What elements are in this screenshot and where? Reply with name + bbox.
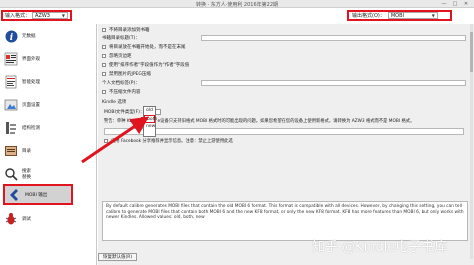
sidebar-item-toc[interactable]: 目录 — [4, 141, 31, 161]
output-format-label: 输出格式(O)： — [352, 13, 385, 19]
output-format-value: MOBI — [390, 12, 404, 19]
kindle-warning: 警告：单种 Kindl e设备只支持旧格式 MOBI 格式时的可能出现的问题。如… — [104, 117, 464, 124]
sidebar-item-label: 目录 — [22, 149, 31, 154]
option-label: 使用"排序作者"字段值作为"作者"字段值 — [109, 63, 190, 68]
input-format-select[interactable]: AZW3 ▼ — [32, 12, 68, 19]
option-label: 忽略页边距 — [109, 54, 132, 59]
option-label: 将目录放在书籍开始处，而不是在末尾 — [109, 45, 186, 50]
dropdown-option-both[interactable]: both — [144, 115, 157, 123]
settings-sidebar: i 元数据 界面外观 智能处理 页面设置 结构检测 目录 搜索 替换 MOBI … — [0, 24, 97, 265]
warning-text: e设备只支持旧格式 MOBI 格式时的可能出现的问题。如果您希望在您的设备上使用… — [157, 118, 415, 124]
mobi-file-type-dropdown: old both new — [143, 106, 157, 137]
page-setup-icon — [4, 97, 18, 113]
title-bar: 转换 · 东方人·使用利 2016年第22期 — □ ✕ — [0, 0, 474, 8]
sidebar-item-label: 页面设置 — [22, 103, 40, 108]
option-toc-at-start[interactable]: 将目录放在书籍开始处，而不是在末尾 — [102, 44, 186, 50]
sidebar-item-label: 智能处理 — [22, 80, 40, 85]
sidebar-item-debug[interactable]: 调试 — [4, 209, 31, 229]
sidebar-item-metadata[interactable]: i 元数据 — [4, 26, 36, 46]
chevron-down-icon: ▼ — [431, 13, 435, 18]
sidebar-item-label: MOBI 输出 — [25, 192, 48, 198]
mobi-file-type-label: MOBI文件类型(F)： — [104, 110, 145, 115]
window-controls: — □ ✕ — [440, 1, 470, 7]
minimize-button[interactable]: — — [440, 1, 448, 7]
search-replace-icon — [4, 166, 18, 182]
info-icon: i — [4, 28, 18, 44]
toc-icon — [4, 143, 18, 159]
sidebar-item-label: 搜索 替换 — [22, 169, 31, 180]
share-option-label: 启用 Facebook 分享推荐并显示信息。注意：禁止上游使用此选 — [111, 139, 233, 144]
personal-doc-label: 个人文档标签(P)： — [102, 81, 140, 86]
output-format-group: 输出格式(O)： MOBI ▼ — [347, 10, 452, 21]
option-no-inline-toc[interactable]: 不将目录添加到书籍 — [102, 27, 150, 33]
sidebar-item-page-setup[interactable]: 页面设置 — [4, 95, 40, 115]
sidebar-item-heuristics[interactable]: 智能处理 — [4, 72, 40, 92]
toc-title-label: 书籍目录标题(T)： — [102, 36, 140, 41]
checkbox[interactable] — [102, 54, 106, 58]
input-format-group: 输入格式： AZW3 ▼ — [1, 10, 72, 21]
maximize-button[interactable]: □ — [451, 1, 459, 7]
sidebar-item-search-replace[interactable]: 搜索 替换 — [4, 164, 31, 184]
sidebar-item-label: 调试 — [22, 217, 31, 222]
watermark-text: 知乎 @Kindle电子书库 — [312, 240, 448, 255]
personal-doc-row: 个人文档标签(P)： — [102, 80, 466, 86]
checkbox[interactable] — [102, 90, 106, 94]
checkbox[interactable] — [102, 28, 106, 32]
dropdown-option-new[interactable]: new — [144, 123, 155, 131]
mobi-output-icon — [7, 187, 21, 203]
toc-title-row: 书籍目录标题(T)： — [102, 35, 466, 41]
option-prefer-author-sort[interactable]: 使用"排序作者"字段值作为"作者"字段值 — [102, 62, 189, 68]
option-label: 禁用图片的JPEG压缩 — [109, 72, 151, 77]
kindle-options-heading: Kindle 选项 — [102, 100, 127, 105]
help-description: By default calibre generates MOBI files … — [102, 201, 468, 241]
structure-icon — [4, 120, 18, 136]
checkbox[interactable] — [104, 139, 108, 143]
heuristics-icon — [4, 74, 18, 90]
sidebar-item-label: 界面外观 — [22, 57, 40, 62]
checkbox[interactable] — [102, 45, 106, 49]
input-format-label: 输入格式： — [5, 13, 31, 19]
scrollbar-thumb[interactable] — [470, 32, 473, 72]
chevron-down-icon: ▼ — [61, 13, 65, 18]
svg-text:i: i — [9, 33, 13, 43]
option-dont-compress[interactable]: 不压缩文件内容 — [102, 89, 141, 95]
option-label: 不将目录添加到书籍 — [109, 28, 150, 33]
look-feel-icon — [4, 51, 18, 67]
debug-icon — [4, 211, 18, 227]
sidebar-item-look-feel[interactable]: 界面外观 — [4, 49, 40, 69]
option-label: 不压缩文件内容 — [109, 90, 141, 95]
sidebar-item-label: 结构检测 — [22, 126, 40, 131]
toc-title-input[interactable] — [201, 35, 466, 41]
option-ignore-margins[interactable]: 忽略页边距 — [102, 53, 132, 59]
close-button[interactable]: ✕ — [462, 1, 470, 7]
personal-doc-input[interactable] — [201, 80, 466, 86]
dropdown-option-old[interactable]: old — [144, 107, 155, 115]
checkbox[interactable] — [102, 72, 106, 76]
window-title: 转换 · 东方人·使用利 2016年第22期 — [195, 2, 279, 8]
mobi-output-panel: 不将目录添加到书籍 书籍目录标题(T)： 将目录放在书籍开始处，而不是在末尾 忽… — [98, 24, 474, 265]
sidebar-item-structure[interactable]: 结构检测 — [4, 118, 40, 138]
sidebar-item-mobi-output[interactable]: MOBI 输出 — [3, 184, 73, 205]
sidebar-item-label: 元数据 — [22, 34, 36, 39]
option-no-jpeg-compression[interactable]: 禁用图片的JPEG压缩 — [102, 71, 151, 77]
kindle-extra-field[interactable] — [104, 128, 464, 135]
warning-prefix: 警告：单种 Kindl — [104, 118, 138, 124]
input-format-value: AZW3 — [35, 12, 50, 19]
checkbox[interactable] — [102, 63, 106, 67]
reset-defaults-button[interactable]: 恢复默认值(R) — [98, 253, 138, 261]
output-format-select[interactable]: MOBI ▼ — [387, 12, 438, 19]
vertical-scrollbar[interactable] — [470, 24, 473, 259]
share-option-row[interactable]: 启用 Facebook 分享推荐并显示信息。注意：禁止上游使用此选 — [104, 138, 233, 144]
